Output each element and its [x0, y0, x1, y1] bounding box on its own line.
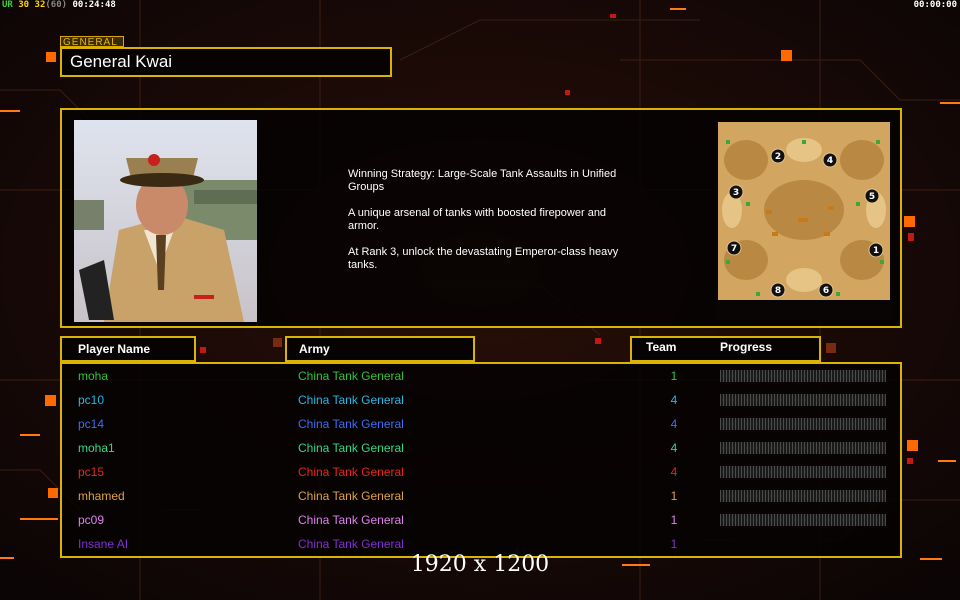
fps-cap: (60) — [45, 0, 68, 10]
start-position-6[interactable]: 6 — [818, 282, 834, 298]
player-army: China Tank General — [298, 513, 404, 527]
general-name: General Kwai — [60, 47, 392, 77]
player-name: moha — [78, 369, 109, 383]
header-progress-label: Progress — [720, 340, 773, 354]
player-row: moha1 China Tank General 4 — [62, 438, 900, 462]
player-team: 1 — [670, 489, 678, 503]
progress-bar — [720, 394, 886, 406]
header-player-name-label: Player Name — [78, 342, 151, 356]
map-preview[interactable]: 2 4 3 5 7 1 8 6 — [716, 120, 892, 320]
general-portrait — [74, 120, 257, 322]
player-list: moha China Tank General 1 pc10 China Tan… — [60, 362, 902, 558]
ur-label: UR — [2, 0, 13, 10]
header-team-progress: Team Progress — [630, 336, 821, 362]
player-team: 4 — [670, 393, 678, 407]
svg-text:1: 1 — [873, 246, 879, 256]
header-player-name: Player Name — [60, 336, 196, 362]
general-tag: GENERAL — [60, 36, 124, 48]
svg-text:6: 6 — [823, 286, 829, 296]
start-position-2[interactable]: 2 — [770, 148, 786, 164]
fps-value: 30 — [18, 0, 30, 10]
player-name: mhamed — [78, 489, 125, 503]
player-name: pc10 — [78, 393, 105, 407]
player-army: China Tank General — [298, 465, 404, 479]
player-team: 4 — [670, 441, 678, 455]
player-row: pc14 China Tank General 4 — [62, 414, 900, 438]
start-position-1[interactable]: 1 — [868, 242, 884, 258]
svg-text:2: 2 — [775, 152, 781, 162]
svg-text:8: 8 — [775, 286, 781, 296]
player-army: China Tank General — [298, 441, 404, 455]
progress-bar — [720, 370, 886, 382]
player-team: 1 — [670, 537, 678, 551]
player-row: pc10 China Tank General 4 — [62, 390, 900, 414]
svg-text:3: 3 — [733, 188, 739, 198]
general-description: Winning Strategy: Large-Scale Tank Assau… — [348, 168, 638, 285]
fps-value-2: 32 — [34, 0, 46, 10]
player-army: China Tank General — [298, 537, 404, 551]
player-name: Insane AI — [78, 537, 129, 551]
player-team: 1 — [670, 513, 678, 527]
player-team: 4 — [670, 417, 678, 431]
general-info-panel: Winning Strategy: Large-Scale Tank Assau… — [60, 108, 902, 328]
start-position-8[interactable]: 8 — [770, 282, 786, 298]
header-army: Army — [285, 336, 475, 362]
progress-bar — [720, 418, 886, 430]
player-name: pc09 — [78, 513, 105, 527]
player-army: China Tank General — [298, 369, 404, 383]
header-team-label: Team — [646, 340, 677, 354]
description-rank: At Rank 3, unlock the devastating Empero… — [348, 246, 619, 271]
player-name: moha1 — [78, 441, 115, 455]
start-position-3[interactable]: 3 — [728, 184, 744, 200]
description-arsenal: A unique arsenal of tanks with boosted f… — [348, 207, 607, 232]
start-position-7[interactable]: 7 — [726, 240, 742, 256]
player-row: pc09 China Tank General 1 — [62, 510, 900, 534]
progress-bar — [720, 466, 886, 478]
svg-text:7: 7 — [731, 244, 737, 254]
header-army-label: Army — [299, 342, 330, 356]
progress-bar — [720, 442, 886, 454]
start-position-4[interactable]: 4 — [822, 152, 838, 168]
player-army: China Tank General — [298, 417, 404, 431]
player-row: pc15 China Tank General 4 — [62, 462, 900, 486]
fps-counter: UR 30 32(60) 00:24:48 — [2, 0, 116, 10]
player-team: 4 — [670, 465, 678, 479]
player-row: moha China Tank General 1 — [62, 366, 900, 390]
player-army: China Tank General — [298, 489, 404, 503]
resolution-watermark: 1920 x 1200 — [410, 552, 550, 577]
player-name: pc15 — [78, 465, 105, 479]
description-strategy: Winning Strategy: Large-Scale Tank Assau… — [348, 168, 617, 193]
start-position-5[interactable]: 5 — [864, 188, 880, 204]
svg-text:4: 4 — [827, 156, 833, 166]
player-name: pc14 — [78, 417, 105, 431]
elapsed-time: 00:24:48 — [72, 0, 116, 10]
game-timer: 00:00:00 — [913, 0, 957, 10]
player-army: China Tank General — [298, 393, 404, 407]
progress-bar — [720, 490, 886, 502]
player-row: mhamed China Tank General 1 — [62, 486, 900, 510]
progress-bar — [720, 514, 886, 526]
svg-text:5: 5 — [869, 192, 875, 202]
player-team: 1 — [670, 369, 678, 383]
